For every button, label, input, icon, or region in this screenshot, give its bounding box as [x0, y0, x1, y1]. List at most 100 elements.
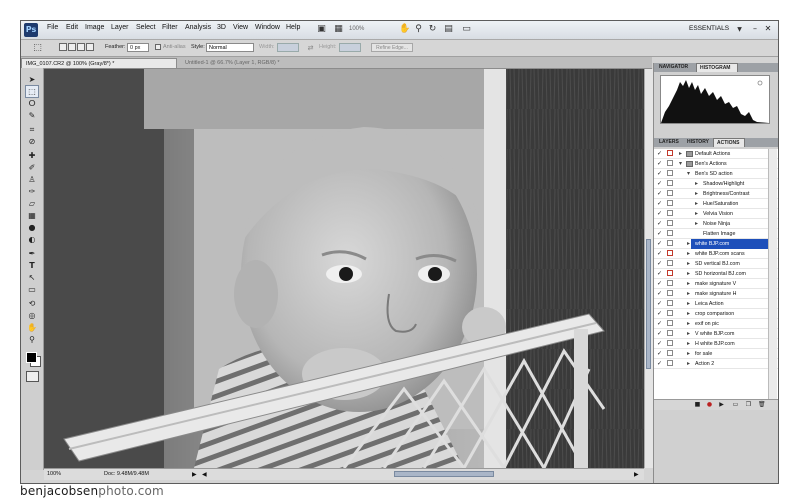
- tab-img-0107[interactable]: IMG_0107.CR2 @ 100% (Gray/8*) *: [21, 58, 177, 68]
- workspace-switcher[interactable]: ESSENTIALS: [689, 25, 729, 32]
- tab-layers[interactable]: LAYERS: [656, 138, 683, 147]
- tab-actions[interactable]: ACTIONS: [713, 138, 745, 147]
- check-icon[interactable]: ✓: [657, 160, 664, 167]
- dialog-toggle-icon[interactable]: [667, 220, 673, 226]
- expand-right-icon[interactable]: ▸: [687, 259, 690, 269]
- marquee-tool-icon[interactable]: ⬚: [25, 85, 39, 98]
- minimize-icon[interactable]: –: [749, 23, 761, 35]
- dialog-toggle-icon[interactable]: [667, 210, 673, 216]
- expand-right-icon[interactable]: ▸: [687, 289, 690, 299]
- tab-history[interactable]: HISTORY: [684, 138, 712, 147]
- dialog-toggle-icon[interactable]: [667, 180, 673, 186]
- action-row[interactable]: ✓ ▸ Leica Action: [654, 299, 778, 309]
- scroll-left-icon[interactable]: ◀: [202, 471, 207, 478]
- new-selection-icon[interactable]: [59, 43, 67, 51]
- tab-navigator[interactable]: NAVIGATOR: [656, 63, 696, 72]
- check-icon[interactable]: ✓: [657, 220, 664, 227]
- dialog-toggle-icon[interactable]: [667, 170, 673, 176]
- expand-right-icon[interactable]: ▸: [687, 349, 690, 359]
- path-select-icon[interactable]: ↖: [26, 272, 38, 283]
- check-icon[interactable]: ✓: [657, 360, 664, 367]
- zoom-level-select[interactable]: 100%: [349, 24, 385, 35]
- tab-histogram[interactable]: HISTOGRAM: [696, 63, 738, 72]
- action-row[interactable]: ✓ Flatten Image: [654, 229, 778, 239]
- expand-down-icon[interactable]: ▾: [687, 169, 690, 179]
- launch-bridge-icon[interactable]: ▣: [316, 24, 327, 35]
- check-icon[interactable]: ✓: [657, 330, 664, 337]
- action-row[interactable]: ✓ ▸ for sale: [654, 349, 778, 359]
- expand-right-icon[interactable]: ▸: [695, 179, 698, 189]
- lasso-tool-icon[interactable]: ⵔ: [26, 98, 38, 109]
- history-brush-icon[interactable]: ✑: [26, 186, 38, 197]
- screen-mode-icon[interactable]: ▭: [461, 24, 472, 35]
- action-row[interactable]: ✓ ▸ Hue/Saturation: [654, 199, 778, 209]
- move-tool-icon[interactable]: ➤: [26, 74, 38, 85]
- document-canvas[interactable]: [44, 69, 644, 468]
- shape-tool-icon[interactable]: ▭: [26, 284, 38, 295]
- new-set-icon[interactable]: ▭: [732, 401, 739, 408]
- menu-edit[interactable]: Edit: [66, 24, 78, 31]
- hand-tool-icon[interactable]: ✋: [26, 322, 38, 333]
- menu-analysis[interactable]: Analysis: [185, 24, 211, 31]
- dialog-toggle-icon[interactable]: [667, 190, 673, 196]
- crop-tool-icon[interactable]: ⌗: [26, 124, 38, 135]
- check-icon[interactable]: ✓: [657, 260, 664, 267]
- menu-filter[interactable]: Filter: [162, 24, 178, 31]
- action-row[interactable]: ✓ ▾ Ben's Actions: [654, 159, 778, 169]
- dialog-toggle-icon[interactable]: [667, 310, 673, 316]
- action-row[interactable]: ✓ ▸ white BJP.com: [654, 239, 778, 249]
- stop-recording-icon[interactable]: ■: [694, 401, 701, 408]
- record-icon[interactable]: ●: [706, 401, 713, 408]
- check-icon[interactable]: ✓: [657, 200, 664, 207]
- zoom-tool-icon[interactable]: ⚲: [413, 24, 424, 35]
- action-row[interactable]: ✓ ▸ crop comparison: [654, 309, 778, 319]
- check-icon[interactable]: ✓: [657, 280, 664, 287]
- check-icon[interactable]: ✓: [657, 210, 664, 217]
- intersect-selection-icon[interactable]: [86, 43, 94, 51]
- dialog-toggle-icon[interactable]: [667, 230, 673, 236]
- expand-right-icon[interactable]: ▸: [695, 219, 698, 229]
- refine-edge-button[interactable]: Refine Edge...: [371, 43, 413, 52]
- menu-view[interactable]: View: [233, 24, 248, 31]
- check-icon[interactable]: ✓: [657, 320, 664, 327]
- action-row[interactable]: ✓ ▸ V white BJP.com: [654, 329, 778, 339]
- check-icon[interactable]: ✓: [657, 240, 664, 247]
- menu-layer[interactable]: Layer: [111, 24, 129, 31]
- horizontal-scroll-thumb[interactable]: [394, 471, 494, 477]
- actions-scrollbar[interactable]: [768, 149, 777, 399]
- eraser-tool-icon[interactable]: ▱: [26, 198, 38, 209]
- eyedropper-tool-icon[interactable]: ⊘: [26, 136, 38, 147]
- expand-right-icon[interactable]: ▸: [687, 279, 690, 289]
- new-action-icon[interactable]: ❐: [745, 401, 752, 408]
- menu-window[interactable]: Window: [255, 24, 280, 31]
- check-icon[interactable]: ✓: [657, 230, 664, 237]
- action-row[interactable]: ✓ ▸ Action 2: [654, 359, 778, 369]
- action-row[interactable]: ✓ ▸ white BJP.com scans: [654, 249, 778, 259]
- arrange-documents-icon[interactable]: ▤: [443, 24, 454, 35]
- check-icon[interactable]: ✓: [657, 190, 664, 197]
- clone-stamp-icon[interactable]: ♙: [26, 174, 38, 185]
- play-icon[interactable]: ▶: [718, 401, 725, 408]
- close-icon[interactable]: ✕: [762, 23, 774, 35]
- dialog-toggle-icon[interactable]: [667, 280, 673, 286]
- action-row[interactable]: ✓ ▸ SD horizontal BJ.com: [654, 269, 778, 279]
- expand-right-icon[interactable]: ▸: [687, 299, 690, 309]
- view-extras-icon[interactable]: ▦: [333, 24, 344, 35]
- expand-right-icon[interactable]: ▸: [687, 249, 690, 259]
- check-icon[interactable]: ✓: [657, 350, 664, 357]
- height-input[interactable]: [339, 43, 361, 52]
- action-row[interactable]: ✓ ▸ Default Actions: [654, 149, 778, 159]
- check-icon[interactable]: ✓: [657, 310, 664, 317]
- type-tool-icon[interactable]: T: [26, 260, 38, 271]
- action-row[interactable]: ✓ ▾ Ben's SD action: [654, 169, 778, 179]
- dialog-toggle-icon[interactable]: [667, 260, 673, 266]
- 3d-orbit-icon[interactable]: ◎: [26, 310, 38, 321]
- dialog-toggle-icon[interactable]: [667, 360, 673, 366]
- brush-tool-icon[interactable]: ✐: [26, 162, 38, 173]
- expand-right-icon[interactable]: ▸: [695, 209, 698, 219]
- expand-right-icon[interactable]: ▸: [679, 149, 682, 159]
- check-icon[interactable]: ✓: [657, 250, 664, 257]
- feather-input[interactable]: 0 px: [127, 43, 149, 52]
- add-selection-icon[interactable]: [68, 43, 76, 51]
- expand-right-icon[interactable]: ▸: [687, 329, 690, 339]
